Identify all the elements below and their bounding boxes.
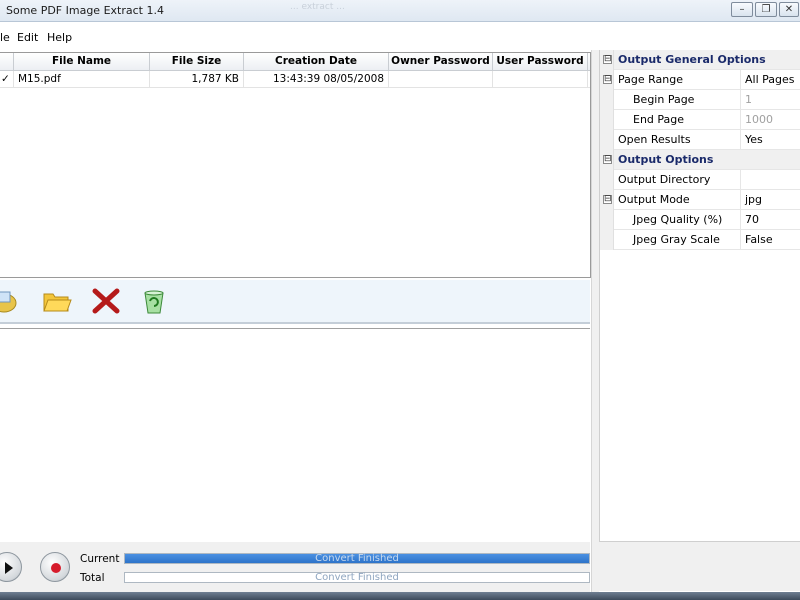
menu-file[interactable]: le: [0, 31, 10, 44]
property-output-directory[interactable]: Output Directory: [600, 170, 800, 190]
property-description-area: [599, 541, 800, 591]
current-progress-bar: Convert Finished: [124, 553, 590, 564]
property-label: Output Directory: [618, 173, 711, 186]
property-grid: ⊟ Output General Options ⊟ Page Range Al…: [599, 50, 800, 541]
stop-button[interactable]: [40, 552, 70, 582]
category-label: Output Options: [618, 153, 714, 166]
row-checkbox[interactable]: ✓: [0, 71, 14, 88]
header-check-col[interactable]: [0, 53, 14, 71]
property-jpeg-gray-scale[interactable]: Jpeg Gray Scale False: [600, 230, 800, 250]
restore-button[interactable]: ❐: [755, 2, 777, 17]
collapse-icon[interactable]: ⊟: [603, 75, 612, 84]
status-area: Current Total Convert Finished Convert F…: [0, 542, 590, 592]
total-progress-bar: Convert Finished: [124, 572, 590, 583]
menu-bar: le Edit Help: [0, 28, 800, 48]
restore-icon: ❐: [761, 4, 771, 15]
total-progress-text: Convert Finished: [315, 572, 399, 583]
add-pdf-icon: [0, 291, 17, 313]
property-label: Jpeg Gray Scale: [633, 233, 720, 246]
table-row[interactable]: ✓ M15.pdf 1,787 KB 13:43:39 08/05/2008: [0, 71, 590, 88]
ghost-title-text: ... extract ...: [290, 2, 345, 12]
property-label: Output Mode: [618, 193, 690, 206]
taskbar-strip: [0, 592, 800, 600]
play-icon: [5, 562, 13, 574]
header-user-password[interactable]: User Password: [493, 53, 588, 71]
table-header: File Name File Size Creation Date Owner …: [0, 53, 590, 71]
recycle-icon: [144, 290, 164, 314]
current-label: Current: [80, 553, 120, 565]
property-label: Begin Page: [633, 93, 695, 106]
cell-user-password[interactable]: [493, 71, 588, 88]
property-value[interactable]: 70: [740, 210, 800, 230]
minimize-icon: –: [739, 4, 745, 15]
open-folder-icon: [43, 293, 72, 312]
property-value[interactable]: jpg: [740, 190, 800, 210]
current-progress-text: Convert Finished: [315, 553, 399, 564]
panel-splitter[interactable]: [591, 50, 599, 598]
property-label: Page Range: [618, 73, 683, 86]
property-open-results[interactable]: Open Results Yes: [600, 130, 800, 150]
cell-owner-password[interactable]: [389, 71, 493, 88]
collapse-icon[interactable]: ⊟: [603, 155, 612, 164]
close-button[interactable]: ✕: [779, 2, 799, 17]
recycle-button[interactable]: [138, 286, 170, 316]
collapse-icon[interactable]: ⊟: [603, 195, 612, 204]
category-output-options[interactable]: ⊟ Output Options: [600, 150, 800, 170]
menu-help[interactable]: Help: [47, 31, 72, 44]
property-output-mode[interactable]: ⊟ Output Mode jpg: [600, 190, 800, 210]
log-area[interactable]: [0, 328, 590, 542]
title-bar: Some PDF Image Extract 1.4 ... extract .…: [0, 0, 800, 22]
collapse-icon[interactable]: ⊟: [603, 55, 612, 64]
minimize-button[interactable]: –: [731, 2, 753, 17]
total-label: Total: [80, 572, 105, 584]
property-value[interactable]: All Pages: [740, 70, 800, 90]
cell-file-name: M15.pdf: [14, 71, 150, 88]
window-title: Some PDF Image Extract 1.4: [6, 4, 164, 17]
property-value[interactable]: 1: [740, 90, 800, 110]
toolbar: [0, 280, 590, 324]
close-icon: ✕: [784, 4, 794, 15]
header-owner-password[interactable]: Owner Password: [389, 53, 493, 71]
property-end-page[interactable]: End Page 1000: [600, 110, 800, 130]
property-value[interactable]: [740, 170, 800, 190]
delete-button[interactable]: [90, 286, 122, 316]
cell-creation-date: 13:43:39 08/05/2008: [244, 71, 389, 88]
property-begin-page[interactable]: Begin Page 1: [600, 90, 800, 110]
category-output-general[interactable]: ⊟ Output General Options: [600, 50, 800, 70]
property-value[interactable]: False: [740, 230, 800, 250]
property-label: End Page: [633, 113, 685, 126]
property-value[interactable]: 1000: [740, 110, 800, 130]
property-value[interactable]: Yes: [740, 130, 800, 150]
menu-edit[interactable]: Edit: [17, 31, 38, 44]
start-button[interactable]: [0, 552, 22, 582]
header-file-name[interactable]: File Name: [14, 53, 150, 71]
add-pdf-button[interactable]: [0, 286, 22, 316]
delete-icon: [92, 288, 120, 314]
header-file-size[interactable]: File Size: [150, 53, 244, 71]
property-page-range[interactable]: ⊟ Page Range All Pages: [600, 70, 800, 90]
cell-file-size: 1,787 KB: [150, 71, 244, 88]
open-folder-button[interactable]: [41, 286, 73, 316]
header-creation-date[interactable]: Creation Date: [244, 53, 389, 71]
property-label: Jpeg Quality (%): [633, 213, 723, 226]
record-stop-icon: [51, 563, 61, 573]
file-list-panel: File Name File Size Creation Date Owner …: [0, 52, 591, 278]
property-jpeg-quality[interactable]: Jpeg Quality (%) 70: [600, 210, 800, 230]
property-label: Open Results: [618, 133, 691, 146]
category-label: Output General Options: [618, 53, 766, 66]
